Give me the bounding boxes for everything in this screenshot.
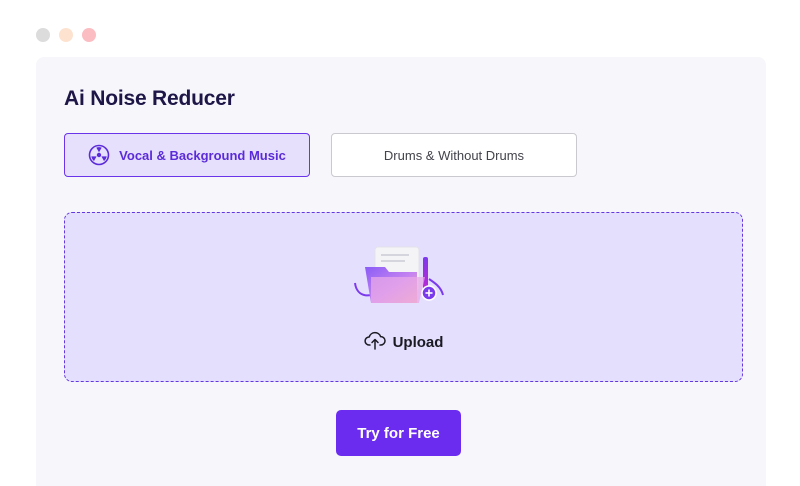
cloud-upload-icon [363,330,386,355]
window-controls [36,28,96,42]
upload-action[interactable]: Upload [65,330,742,355]
tab-vocal-background-music[interactable]: Vocal & Background Music [64,133,310,177]
vocal-music-icon [88,144,110,166]
window-dot-gray [36,28,50,42]
noise-reducer-panel: Ai Noise Reducer Vocal & Background Musi… [36,57,766,486]
try-for-free-button[interactable]: Try for Free [336,410,461,456]
page-title: Ai Noise Reducer [64,87,235,110]
upload-label: Upload [392,334,444,351]
tab-label: Drums & Without Drums [383,147,525,163]
tab-label: Vocal & Background Music [119,147,286,163]
tab-drums-without-drums[interactable]: Drums & Without Drums [331,133,577,177]
folder-upload-illustration [351,243,445,309]
window-dot-red [82,28,96,42]
window-dot-orange [59,28,73,42]
upload-drop-zone[interactable]: Upload [64,212,743,382]
